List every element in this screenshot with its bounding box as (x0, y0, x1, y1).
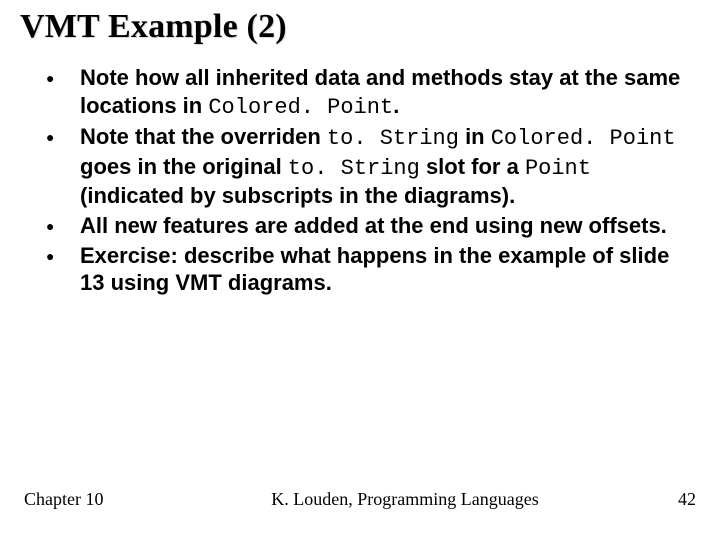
bullet-list: ● Note how all inherited data and method… (20, 64, 700, 297)
bullet-icon: ● (46, 64, 80, 121)
text-run: in (459, 124, 491, 149)
text-run: . (393, 93, 399, 118)
text-run: goes in the original (80, 154, 288, 179)
bullet-text: All new features are added at the end us… (80, 212, 690, 240)
code-run: Colored. Point (491, 126, 676, 151)
text-run: slot for a (420, 154, 525, 179)
bullet-icon: ● (46, 123, 80, 210)
code-run: to. String (288, 156, 420, 181)
text-run: (indicated by subscripts in the diagrams… (80, 183, 515, 208)
bullet-icon: ● (46, 212, 80, 240)
list-item: ● All new features are added at the end … (46, 212, 690, 240)
code-run: to. String (327, 126, 459, 151)
list-item: ● Exercise: describe what happens in the… (46, 242, 690, 297)
footer-center: K. Louden, Programming Languages (174, 489, 636, 510)
text-run: Note that the overriden (80, 124, 327, 149)
bullet-text: Note how all inherited data and methods … (80, 64, 690, 121)
code-run: Point (525, 156, 591, 181)
slide: VMT Example (2) ● Note how all inherited… (0, 0, 720, 540)
code-run: Colored. Point (208, 95, 393, 120)
bullet-icon: ● (46, 242, 80, 297)
footer-page-number: 42 (636, 489, 696, 510)
bullet-text: Exercise: describe what happens in the e… (80, 242, 690, 297)
footer-left: Chapter 10 (24, 489, 174, 510)
text-run: All new features are added at the end us… (80, 213, 667, 238)
list-item: ● Note how all inherited data and method… (46, 64, 690, 121)
footer: Chapter 10 K. Louden, Programming Langua… (0, 489, 720, 510)
text-run: Exercise: describe what happens in the e… (80, 243, 669, 296)
bullet-text: Note that the overriden to. String in Co… (80, 123, 690, 210)
list-item: ● Note that the overriden to. String in … (46, 123, 690, 210)
page-title: VMT Example (2) (20, 8, 700, 46)
